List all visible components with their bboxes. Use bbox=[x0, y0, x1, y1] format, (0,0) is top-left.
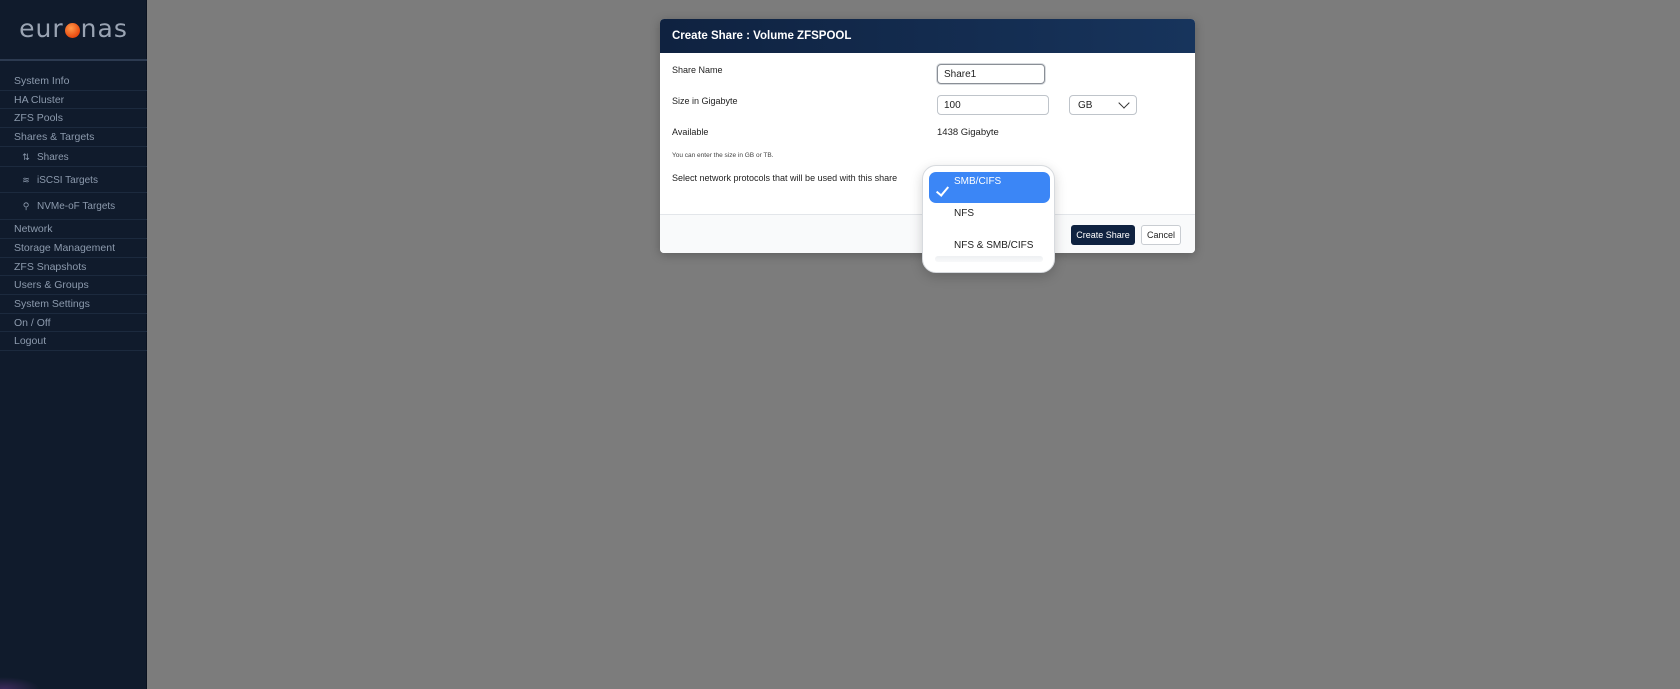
sidebar-item-storage-management[interactable]: Storage Management bbox=[0, 239, 147, 258]
protocol-dropdown-list: SMB/CIFS NFS NFS & SMB/CIFS bbox=[922, 165, 1055, 273]
checkmark-icon bbox=[935, 183, 950, 197]
dropdown-scroll-fade bbox=[935, 256, 1043, 262]
brand-logo: eur nas bbox=[19, 14, 128, 43]
sidebar-subitem-nvme-of-targets[interactable]: ⚲ NVMe-oF Targets bbox=[0, 193, 147, 221]
sidebar-subitem-iscsi-targets[interactable]: ≋ iSCSI Targets bbox=[0, 167, 147, 194]
sidebar-item-system-settings[interactable]: System Settings bbox=[0, 295, 147, 314]
protocol-option-nfs-smb-cifs[interactable]: NFS & SMB/CIFS bbox=[929, 236, 1050, 267]
chevron-down-icon bbox=[1118, 97, 1130, 109]
sidebar-item-zfs-snapshots[interactable]: ZFS Snapshots bbox=[0, 258, 147, 277]
sidebar-item-on-off[interactable]: On / Off bbox=[0, 314, 147, 333]
logo-divider bbox=[0, 59, 147, 61]
logo-orange-dot-icon bbox=[64, 23, 80, 38]
sliders-icon: ⇅ bbox=[22, 151, 30, 162]
sidebar-item-zfs-pools[interactable]: ZFS Pools bbox=[0, 109, 147, 129]
sidebar-item-users-groups[interactable]: Users & Groups bbox=[0, 276, 147, 295]
sidebar-item-ha-cluster[interactable]: HA Cluster bbox=[0, 91, 147, 110]
size-input[interactable] bbox=[937, 95, 1049, 115]
sidebar-item-logout[interactable]: Logout bbox=[0, 332, 147, 351]
corner-glow bbox=[0, 677, 40, 689]
size-label: Size in Gigabyte bbox=[672, 96, 738, 106]
sidebar-item-network[interactable]: Network bbox=[0, 220, 147, 239]
sidebar: eur nas System Info HA Cluster ZFS Pools … bbox=[0, 0, 147, 689]
available-value: 1438 Gigabyte bbox=[937, 127, 999, 138]
protocol-option-smb-cifs[interactable]: SMB/CIFS bbox=[929, 172, 1050, 203]
dialog-title: Create Share : Volume ZFSPOOL bbox=[660, 19, 1195, 53]
server-icon: ≋ bbox=[22, 174, 30, 185]
available-label: Available bbox=[672, 127, 709, 137]
create-share-button[interactable]: Create Share bbox=[1071, 225, 1135, 245]
microphone-icon: ⚲ bbox=[22, 201, 30, 212]
sidebar-subitem-shares[interactable]: ⇅ Shares bbox=[0, 147, 147, 167]
sidebar-item-system-info[interactable]: System Info bbox=[0, 72, 147, 91]
size-unit-select[interactable]: GB bbox=[1069, 95, 1137, 115]
sidebar-item-shares-targets[interactable]: Shares & Targets bbox=[0, 128, 147, 147]
share-name-input[interactable] bbox=[937, 64, 1045, 84]
size-hint: You can enter the size in GB or TB. bbox=[672, 152, 774, 159]
protocol-option-nfs[interactable]: NFS bbox=[929, 204, 1050, 235]
share-name-label: Share Name bbox=[672, 65, 723, 75]
protocols-label: Select network protocols that will be us… bbox=[672, 173, 898, 183]
cancel-button[interactable]: Cancel bbox=[1141, 225, 1181, 245]
sidebar-nav: System Info HA Cluster ZFS Pools Shares … bbox=[0, 72, 147, 351]
